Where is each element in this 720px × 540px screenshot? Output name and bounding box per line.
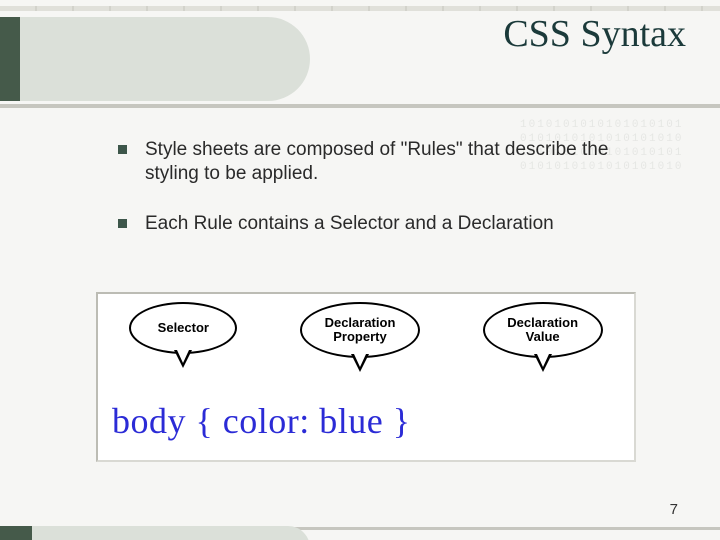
callout-label: Declaration Value [493,316,593,345]
slide-body: Style sheets are composed of "Rules" tha… [118,138,658,261]
css-code-example: body { color: blue } [112,400,411,442]
callout-declaration-property: Declaration Property [300,302,420,358]
footer-band [0,524,720,540]
callout-label: Selector [158,321,209,335]
css-rule-diagram: Selector Declaration Property Declaratio… [96,292,636,462]
slide-title: CSS Syntax [336,14,686,55]
slide: CSS Syntax 1010101010101010101 010101010… [0,0,720,540]
bullet-icon [118,145,127,154]
speech-tail-icon [534,354,552,372]
bullet-item: Style sheets are composed of "Rules" tha… [118,138,658,186]
speech-tail-icon [351,354,369,372]
footer-accent-shape [0,526,310,540]
speech-tail-icon [174,350,192,368]
callout-label: Declaration Property [310,316,410,345]
bullet-icon [118,219,127,228]
bullet-text: Style sheets are composed of "Rules" tha… [145,138,658,186]
page-number: 7 [670,501,678,518]
callout-selector: Selector [129,302,237,354]
bullet-item: Each Rule contains a Selector and a Decl… [118,212,658,236]
callout-declaration-value: Declaration Value [483,302,603,358]
callout-row: Selector Declaration Property Declaratio… [98,302,634,384]
title-accent-shape [0,17,310,101]
bullet-text: Each Rule contains a Selector and a Decl… [145,212,554,236]
